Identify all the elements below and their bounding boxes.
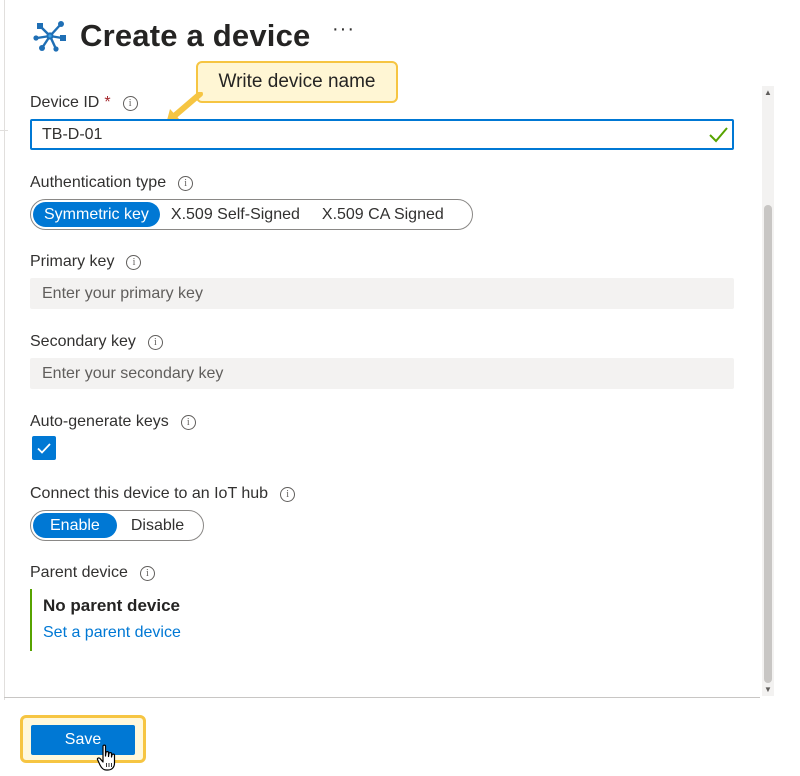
device-id-label: Device ID * i [30, 94, 138, 112]
iot-device-icon [33, 21, 66, 52]
checkbox-check-icon [37, 443, 51, 454]
parent-device-label-text: Parent device [30, 564, 128, 581]
info-icon[interactable]: i [147, 334, 163, 350]
scroll-down-icon[interactable]: ▼ [764, 686, 772, 694]
info-icon[interactable]: i [122, 95, 138, 111]
info-icon[interactable]: i [139, 565, 155, 581]
connect-hub-label-text: Connect this device to an IoT hub [30, 485, 269, 502]
blade-header: Create a device [30, 14, 310, 58]
auto-generate-checkbox[interactable] [32, 436, 56, 460]
info-icon[interactable]: i [126, 254, 142, 270]
device-id-label-text: Device ID [30, 94, 100, 111]
info-icon[interactable]: i [280, 486, 296, 502]
panel-edge-marker [0, 130, 8, 131]
auth-option-x509-ca-signed[interactable]: X.509 CA Signed [311, 202, 455, 227]
connect-hub-toggle: Enable Disable [30, 510, 204, 541]
set-parent-device-link[interactable]: Set a parent device [43, 624, 181, 642]
parent-device-label: Parent device i [30, 564, 155, 582]
scroll-up-icon[interactable]: ▲ [764, 89, 772, 97]
primary-key-label-text: Primary key [30, 253, 115, 270]
parent-device-value: No parent device [43, 596, 180, 615]
auth-option-x509-self-signed[interactable]: X.509 Self-Signed [160, 202, 311, 227]
auth-type-label-text: Authentication type [30, 174, 167, 191]
auto-generate-label: Auto-generate keys i [30, 413, 196, 431]
auth-option-symmetric-key[interactable]: Symmetric key [33, 202, 160, 227]
connect-hub-disable[interactable]: Disable [117, 513, 198, 538]
info-icon[interactable]: i [178, 175, 194, 191]
more-options-icon[interactable]: ··· [332, 18, 355, 41]
required-indicator: * [104, 94, 111, 111]
footer-divider [4, 697, 760, 698]
save-button[interactable]: Save [31, 725, 135, 755]
device-id-input[interactable] [30, 119, 734, 150]
tutorial-callout: Write device name [196, 61, 398, 103]
secondary-key-input[interactable] [30, 358, 734, 389]
auth-type-toggle: Symmetric key X.509 Self-Signed X.509 CA… [30, 199, 473, 230]
panel-left-border [4, 0, 5, 700]
primary-key-label: Primary key i [30, 253, 142, 271]
secondary-key-label-text: Secondary key [30, 333, 136, 350]
connect-hub-enable[interactable]: Enable [33, 513, 117, 538]
primary-key-input[interactable] [30, 278, 734, 309]
checkmark-icon [709, 127, 728, 143]
hand-cursor-icon [96, 744, 116, 771]
auto-generate-label-text: Auto-generate keys [30, 413, 169, 430]
info-icon[interactable]: i [180, 414, 196, 430]
parent-device-accent-bar [30, 589, 32, 651]
scrollbar-thumb[interactable] [764, 205, 772, 683]
auth-type-label: Authentication type i [30, 174, 194, 192]
page-title: Create a device [80, 18, 311, 53]
secondary-key-label: Secondary key i [30, 333, 163, 351]
connect-hub-label: Connect this device to an IoT hub i [30, 485, 296, 503]
